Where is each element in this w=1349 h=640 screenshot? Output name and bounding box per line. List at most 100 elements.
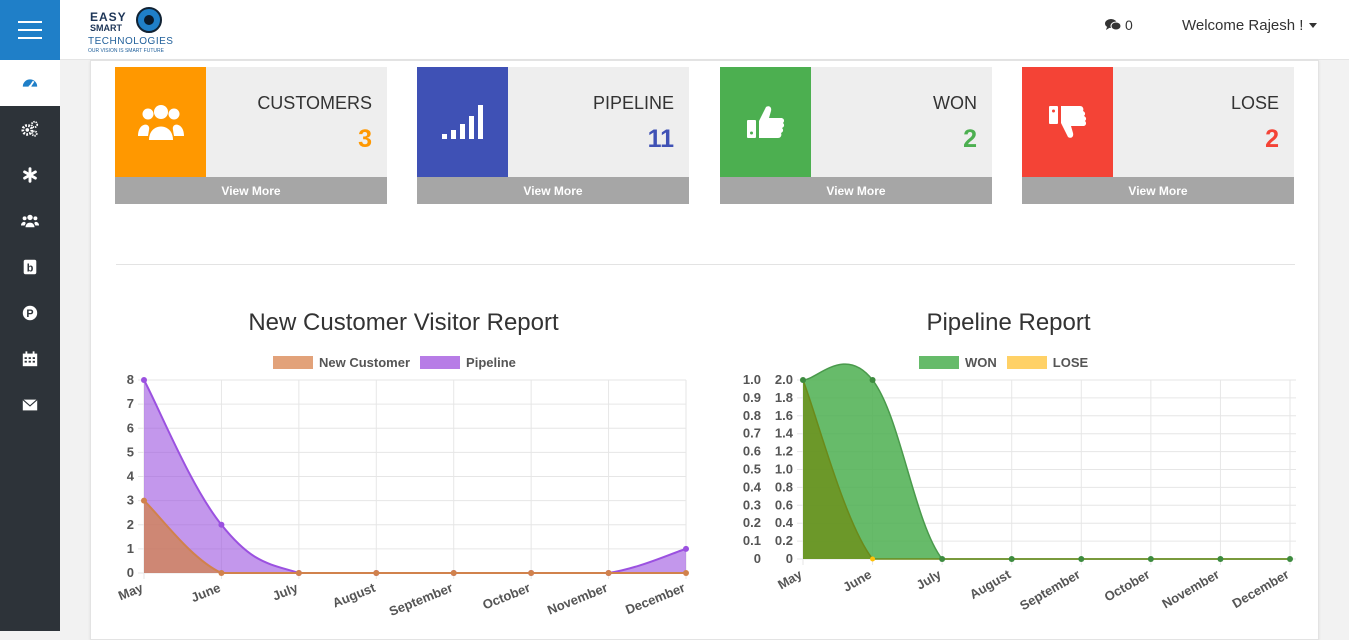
signal-icon	[441, 105, 483, 139]
view-more-link[interactable]: View More	[720, 177, 992, 204]
sidebar-item-mail[interactable]	[0, 382, 60, 428]
card-won: WON 2 View More	[720, 67, 992, 204]
data-point	[939, 556, 946, 562]
svg-text:b: b	[27, 263, 34, 275]
x-tick-label: October	[480, 580, 532, 613]
y-tick-label: 1.8	[775, 390, 793, 405]
sidebar-item-calendar[interactable]	[0, 336, 60, 382]
sidebar-item-settings[interactable]	[0, 106, 60, 152]
x-tick-label: July	[914, 566, 945, 592]
y-tick-label: 0.4	[775, 515, 794, 530]
y-tick-label: 0.5	[743, 462, 761, 477]
top-navbar: EASY SMART TECHNOLOGIES OUR VISION IS SM…	[60, 0, 1349, 60]
data-point	[869, 377, 876, 383]
sidebar-item-asterisk[interactable]	[0, 152, 60, 198]
dashboard-panel: CUSTOMERS 3 View More PIPELINE 11 View M…	[90, 60, 1319, 640]
card-icon-box	[115, 67, 206, 177]
p-circle-icon: P	[22, 305, 38, 321]
eye-logo-icon	[136, 7, 162, 33]
card-value: 2	[1265, 125, 1279, 153]
y-tick-label: 1.6	[775, 408, 793, 423]
x-tick-label: September	[387, 580, 455, 619]
envelope-icon	[22, 399, 38, 411]
users-icon	[21, 214, 39, 228]
data-point	[1217, 556, 1224, 562]
sidebar-item-p[interactable]: P	[0, 290, 60, 336]
svg-text:P: P	[26, 308, 33, 320]
chart-title-pipeline: Pipeline Report	[926, 309, 1091, 336]
data-point	[1078, 556, 1085, 562]
card-customers: CUSTOMERS 3 View More	[115, 67, 387, 204]
y-tick-label: 1.0	[743, 372, 761, 387]
data-point	[1287, 556, 1293, 562]
y-tick-label: 2.0	[775, 372, 793, 387]
y-tick-label: 0	[786, 551, 793, 566]
data-point	[141, 377, 147, 383]
x-tick-label: June	[189, 580, 223, 605]
y-tick-label: 8	[127, 372, 134, 387]
sidebar: b P	[0, 0, 60, 631]
x-tick-label: May	[775, 566, 805, 592]
card-label: LOSE	[1230, 93, 1279, 113]
x-tick-label: August	[330, 580, 378, 611]
sidebar-item-product[interactable]: b	[0, 244, 60, 290]
thumbs-up-icon	[746, 106, 784, 138]
data-point	[218, 521, 225, 528]
card-value: 2	[963, 125, 977, 153]
company-logo[interactable]: EASY SMART TECHNOLOGIES OUR VISION IS SM…	[88, 6, 188, 54]
y-tick-label: 7	[127, 396, 134, 411]
x-tick-label: August	[967, 566, 1014, 602]
card-icon-box	[720, 67, 811, 177]
notifications-count: 0	[1125, 17, 1133, 33]
x-tick-label: September	[1017, 567, 1083, 614]
y-tick-label: 1.2	[775, 444, 793, 459]
dashboard-icon	[22, 79, 38, 88]
y-tick-label: 0.8	[743, 408, 761, 423]
y-tick-label: 0.6	[743, 444, 761, 459]
notifications-button[interactable]: 0	[1105, 17, 1133, 33]
product-icon: b	[23, 259, 37, 275]
view-more-link[interactable]: View More	[1022, 177, 1294, 204]
data-point	[1147, 556, 1154, 562]
asterisk-icon	[23, 167, 37, 183]
y-tick-label: 1.0	[775, 462, 793, 477]
view-more-link[interactable]: View More	[115, 177, 387, 204]
users-icon	[137, 105, 184, 140]
y-tick-label: 0.3	[743, 497, 761, 512]
data-point	[218, 570, 225, 576]
welcome-text: Welcome Rajesh !	[1182, 17, 1304, 34]
y-tick-label: 4	[127, 469, 135, 484]
y-tick-label: 0.7	[743, 426, 761, 441]
data-point	[800, 377, 806, 383]
hamburger-icon	[18, 21, 42, 23]
y-tick-label: 1.4	[775, 426, 794, 441]
card-label: CUSTOMERS	[257, 93, 372, 113]
sidebar-item-dashboard[interactable]	[0, 60, 60, 106]
x-tick-label: June	[840, 567, 874, 595]
user-menu-dropdown[interactable]: Welcome Rajesh !	[1182, 17, 1318, 34]
y-tick-label: 0.6	[775, 497, 793, 512]
series-area	[803, 364, 1290, 559]
y-tick-label: 6	[127, 420, 134, 435]
y-tick-label: 0	[754, 551, 761, 566]
menu-toggle-button[interactable]	[0, 0, 60, 60]
data-point	[450, 570, 457, 576]
card-value: 3	[358, 125, 372, 153]
x-tick-label: November	[545, 580, 610, 618]
y-tick-label: 0.9	[743, 390, 761, 405]
y-tick-label: 0.8	[775, 479, 793, 494]
y-tick-label: 1	[127, 541, 134, 556]
data-point	[683, 570, 689, 576]
x-tick-label: December	[1230, 567, 1292, 611]
y-tick-label: 0.2	[775, 533, 793, 548]
x-tick-label: December	[623, 580, 687, 617]
y-tick-label: 3	[127, 493, 134, 508]
data-point	[1008, 556, 1015, 562]
y-tick-label: 0.4	[743, 479, 762, 494]
x-tick-label: October	[1102, 567, 1153, 605]
data-point	[683, 545, 689, 552]
view-more-link[interactable]: View More	[417, 177, 689, 204]
sidebar-item-users[interactable]	[0, 198, 60, 244]
chart-title-customer: New Customer Visitor Report	[248, 309, 559, 336]
data-point	[870, 556, 876, 562]
